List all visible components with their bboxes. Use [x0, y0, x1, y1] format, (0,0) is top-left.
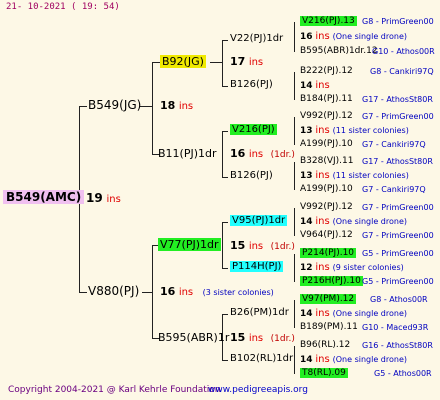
gen4-tag: G10 - Maced93R — [362, 323, 429, 332]
connector — [222, 222, 228, 223]
gen4-ins: 13 ins (11 sister colonies) — [300, 125, 409, 136]
gen4-tag: G5 - Athos00R — [374, 369, 432, 378]
gen4-ins: 12 ins (9 sister colonies) — [300, 262, 404, 273]
gen1-top-ins: 18 ins — [160, 99, 194, 112]
gen3-d1-node[interactable]: B26(PM)1dr — [230, 307, 289, 318]
gen4-line[interactable]: V97(PM).12 — [300, 294, 357, 304]
gen4-ins: 14 ins (One single drone) — [300, 308, 407, 319]
gen1-bottom-node[interactable]: V880(PJ) — [88, 284, 139, 298]
gen4-line[interactable]: B222(PJ).12 — [300, 66, 353, 76]
gen4-tag: G7 - Cankiri97Q — [362, 140, 426, 149]
gen4-tag: G7 - PrimGreen00 — [362, 231, 434, 240]
connector — [79, 106, 87, 107]
gen4-line[interactable]: V992(PJ).12 — [300, 202, 353, 212]
gen2-b-node[interactable]: B11(PJ)1dr — [158, 147, 217, 160]
connector — [294, 22, 295, 52]
connector — [79, 292, 87, 293]
connector — [152, 62, 153, 154]
gen4-line[interactable]: T8(RL).09 — [300, 368, 348, 378]
gen1-bottom-ins: 16 ins (3 sister colonies) — [160, 285, 274, 298]
gen4-ins: 14 ins — [300, 80, 330, 91]
connector — [140, 106, 152, 107]
connector — [222, 131, 228, 132]
copyright-text: Copyright 2004-2021 @ Karl Kehrle Founda… — [8, 385, 221, 395]
connector — [222, 86, 228, 87]
pedigree-chart: 21- 10-2021 ( 19: 54) B549(AMC) 19 ins B… — [0, 0, 440, 400]
connector — [222, 40, 223, 86]
gen4-ins: 13 ins (11 sister colonies) — [300, 170, 409, 181]
gen3-a1-node[interactable]: V22(PJ)1dr — [230, 33, 283, 44]
connector — [294, 300, 295, 328]
gen2-c-node[interactable]: V77(PJ)1dr — [158, 238, 221, 251]
gen2-a-ins: 17 ins — [230, 55, 264, 68]
gen3-b2-node[interactable]: B126(PJ) — [230, 170, 273, 181]
gen4-tag: G8 - PrimGreen00 — [362, 17, 434, 26]
gen4-line[interactable]: B595(ABR)1dr.12 — [300, 46, 378, 56]
gen3-a2-node[interactable]: B126(PJ) — [230, 79, 273, 90]
root-node[interactable]: B549(AMC) — [3, 190, 85, 204]
gen4-tag: G8 - Athos00R — [370, 295, 428, 304]
gen4-tag: G8 - Cankiri97Q — [370, 67, 434, 76]
gen4-tag: G17 - AthosSt80R — [362, 95, 433, 104]
connector — [222, 314, 228, 315]
gen4-ins: 14 ins (One single drone) — [300, 216, 407, 227]
gen4-line[interactable]: B184(PJ).11 — [300, 94, 353, 104]
connector — [152, 245, 153, 338]
gen2-b-ins: 16 ins (1dr.) — [230, 147, 295, 160]
connector — [294, 346, 295, 374]
date-stamp: 21- 10-2021 ( 19: 54) — [6, 2, 120, 12]
site-link[interactable]: www.pedigreeapis.org — [208, 385, 308, 395]
connector — [142, 292, 152, 293]
connector — [222, 268, 228, 269]
gen4-line[interactable]: V216(PJ).13 — [300, 16, 357, 26]
root-ins: 19 ins — [86, 191, 121, 205]
connector — [294, 208, 295, 236]
connector — [152, 62, 160, 63]
connector — [210, 62, 222, 63]
connector — [222, 222, 223, 268]
gen4-tag: G5 - PrimGreen00 — [362, 277, 434, 286]
gen4-tag: G10 - Athos00R — [372, 47, 435, 56]
connector — [294, 72, 295, 100]
root-name: B549(AMC) — [3, 190, 85, 204]
gen4-tag: G7 - PrimGreen00 — [362, 203, 434, 212]
connector — [222, 360, 228, 361]
gen4-line[interactable]: V992(PJ).12 — [300, 111, 353, 121]
gen4-tag: G5 - PrimGreen00 — [362, 249, 434, 258]
gen4-line[interactable]: V964(PJ).12 — [300, 230, 353, 240]
gen3-d2-node[interactable]: B102(RL)1dr — [230, 353, 293, 364]
gen3-c2-node[interactable]: P114H(PJ) — [230, 261, 284, 272]
connector — [294, 254, 295, 282]
connector — [222, 177, 228, 178]
gen4-line[interactable]: B189(PM).11 — [300, 322, 358, 332]
gen4-tag: G16 - AthosSt80R — [362, 341, 433, 350]
gen4-line[interactable]: B328(VJ).11 — [300, 156, 354, 166]
gen2-c-ins: 15 ins (1dr.) — [230, 239, 295, 252]
gen3-c1-node[interactable]: V95(PJ)1dr — [230, 215, 288, 226]
gen4-tag: G17 - AthosSt80R — [362, 157, 433, 166]
gen2-a-node[interactable]: B92(JG) — [160, 55, 206, 68]
gen4-ins: 16 ins (One single drone) — [300, 31, 407, 42]
gen4-line[interactable]: B96(RL).12 — [300, 340, 350, 350]
gen4-ins: 14 ins (One single drone) — [300, 354, 407, 365]
gen3-b1-node[interactable]: V216(PJ) — [230, 124, 277, 135]
connector — [222, 40, 228, 41]
connector — [294, 162, 295, 190]
gen4-line[interactable]: P214(PJ).10 — [300, 248, 357, 258]
connector — [222, 131, 223, 177]
gen1-top-node[interactable]: B549(JG) — [88, 98, 141, 112]
gen2-d-ins: 15 ins (1dr.) — [230, 331, 295, 344]
gen2-d-node[interactable]: B595(ABR)1r — [158, 331, 229, 344]
gen4-tag: G7 - PrimGreen00 — [362, 112, 434, 121]
gen4-line[interactable]: A199(PJ).10 — [300, 139, 353, 149]
gen4-line[interactable]: A199(PJ).10 — [300, 184, 353, 194]
gen4-line[interactable]: P216H(PJ).10 — [300, 276, 363, 286]
connector — [294, 117, 295, 145]
gen4-tag: G7 - Cankiri97Q — [362, 185, 426, 194]
